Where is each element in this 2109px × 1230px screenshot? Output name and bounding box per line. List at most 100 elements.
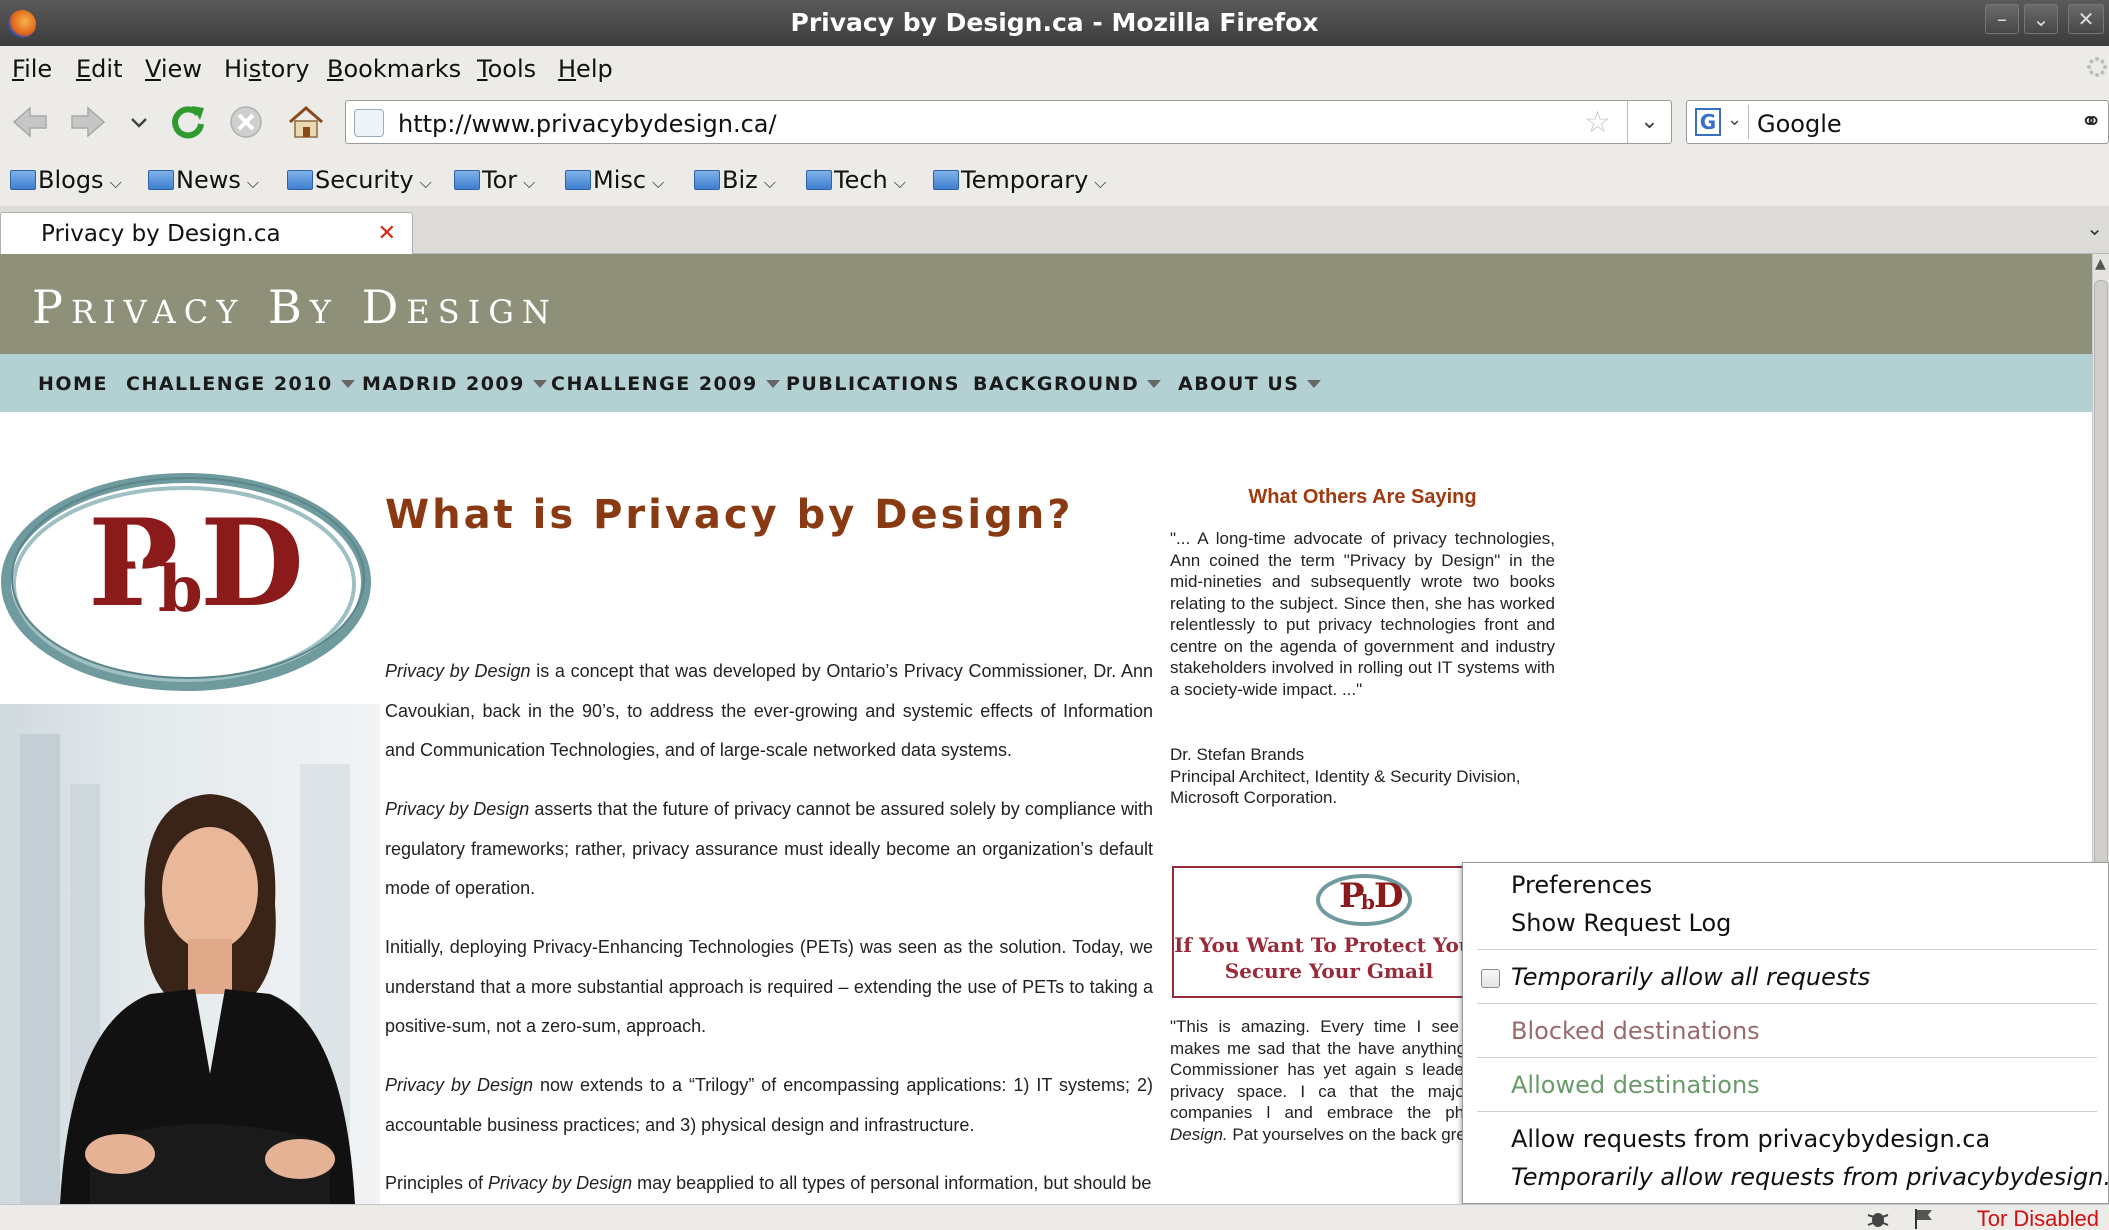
nav-background[interactable]: BACKGROUND — [973, 373, 1162, 395]
search-input[interactable]: Google — [1757, 110, 1842, 138]
bookmark-folder-security[interactable]: Security ⌵ — [287, 166, 432, 194]
scroll-up-icon[interactable]: ▲ — [2095, 256, 2106, 272]
reload-icon[interactable] — [166, 100, 210, 144]
chevron-down-icon: ⌵ — [419, 173, 432, 192]
allow-all-checkbox[interactable] — [1481, 969, 1500, 988]
sidebar-heading: What Others Are Saying — [1248, 486, 1477, 508]
url-input[interactable]: http://www.privacybydesign.ca/ — [398, 110, 777, 138]
navigation-toolbar: http://www.privacybydesign.ca/ ☆ ⌄ G ⌄ G… — [0, 90, 2109, 154]
bookmark-folder-tech[interactable]: Tech ⌵ — [806, 166, 906, 194]
menu-bookmarks[interactable]: Bookmarks — [327, 55, 461, 83]
folder-icon — [454, 170, 480, 190]
folder-icon — [933, 170, 959, 190]
nav-publications[interactable]: PUBLICATIONS — [786, 373, 960, 395]
bookmark-folder-temporary[interactable]: Temporary ⌵ — [933, 166, 1106, 194]
url-history-dropdown-icon[interactable]: ⌄ — [1627, 101, 1671, 143]
menu-allow-site[interactable]: Allow requests from privacybydesign.ca — [1511, 1125, 1990, 1153]
menu-blocked-destinations[interactable]: Blocked destinations — [1511, 1017, 1760, 1045]
menu-file[interactable]: File — [12, 55, 52, 83]
page-heading: What is Privacy by Design? — [385, 492, 1074, 538]
scrollbar-thumb[interactable] — [2094, 280, 2108, 920]
menu-temporarily-allow-all[interactable]: Temporarily allow all requests — [1511, 963, 1870, 991]
bookmark-folder-biz[interactable]: Biz ⌵ — [694, 166, 776, 194]
folder-icon — [565, 170, 591, 190]
dropdown-arrow-icon — [532, 380, 547, 388]
nav-about-us[interactable]: ABOUT US — [1178, 373, 1322, 395]
site-header: Privacy By Design — [0, 254, 2092, 354]
tab-label: Privacy by Design.ca — [41, 221, 281, 247]
bookmark-folder-misc[interactable]: Misc ⌵ — [565, 166, 664, 194]
testimonial-author: Dr. Stefan Brands Principal Architect, I… — [1170, 745, 1521, 807]
tab-list-chevron-icon[interactable]: ⌄ — [2086, 216, 2103, 240]
menu-separator — [1477, 949, 2097, 950]
flag-icon[interactable] — [1912, 1207, 1936, 1229]
menubar: File Edit View History Bookmarks Tools H… — [0, 46, 2109, 90]
folder-icon — [148, 170, 174, 190]
back-icon[interactable] — [8, 100, 52, 144]
bookmarks-toolbar: Blogs ⌵ News ⌵ Security ⌵ Tor ⌵ Misc ⌵ Biz ⌵ T… — [0, 154, 2109, 206]
menu-history[interactable]: History — [224, 55, 309, 83]
nav-home[interactable]: HOME — [38, 373, 108, 395]
menu-preferences[interactable]: Preferences — [1511, 871, 1652, 899]
nav-challenge-2009[interactable]: CHALLENGE 2009 — [551, 373, 780, 395]
menu-separator — [1477, 1003, 2097, 1004]
close-tab-icon[interactable]: ✕ — [378, 221, 396, 246]
menu-temporarily-allow-site[interactable]: Temporarily allow requests from privacyb… — [1511, 1163, 2109, 1191]
dropdown-arrow-icon — [1307, 380, 1322, 388]
site-identity-icon[interactable] — [354, 109, 384, 137]
tor-status[interactable]: Tor Disabled — [1977, 1206, 2099, 1230]
minimize-icon[interactable]: – — [1985, 4, 2019, 34]
gmail-ad-banner[interactable]: P b D If You Want To Protect Your Secure… — [1172, 866, 1472, 998]
window-title: Privacy by Design.ca - Mozilla Firefox — [790, 8, 1319, 37]
maximize-icon[interactable]: ⌄ — [2024, 4, 2058, 34]
paragraph-2: Privacy by Design asserts that the futur… — [385, 799, 1153, 898]
portrait-photo — [0, 704, 380, 1204]
search-bar[interactable]: G ⌄ Google ⚭ — [1686, 100, 2109, 144]
dropdown-arrow-icon — [340, 380, 355, 388]
menu-show-request-log[interactable]: Show Request Log — [1511, 909, 1731, 937]
folder-icon — [287, 170, 313, 190]
menu-view[interactable]: View — [145, 55, 202, 83]
chevron-down-icon: ⌵ — [652, 173, 665, 192]
chevron-down-icon: ⌵ — [246, 173, 259, 192]
paragraph-1: Privacy by Design is a concept that was … — [385, 661, 1153, 760]
url-bar[interactable]: http://www.privacybydesign.ca/ ☆ ⌄ — [345, 100, 1672, 144]
window-titlebar: Privacy by Design.ca - Mozilla Firefox –… — [0, 0, 2109, 46]
google-icon: G — [1695, 108, 1721, 136]
nav-challenge-2010[interactable]: CHALLENGE 2010 — [126, 373, 355, 395]
bookmark-folder-blogs[interactable]: Blogs ⌵ — [10, 166, 122, 194]
menu-edit[interactable]: Edit — [76, 55, 122, 83]
requestpolicy-menu: Preferences Show Request Log Temporarily… — [1462, 862, 2109, 1204]
search-engine-selector[interactable]: G ⌄ — [1691, 105, 1749, 139]
bookmark-star-icon[interactable]: ☆ — [1584, 105, 1611, 140]
pbd-logo[interactable]: P b D — [0, 466, 372, 698]
chevron-down-icon: ⌵ — [523, 173, 536, 192]
dropdown-arrow-icon — [765, 380, 780, 388]
dropdown-arrow-icon — [1147, 380, 1162, 388]
testimonial-quote: "... A long-time advocate of privacy tec… — [1170, 529, 1555, 699]
site-title[interactable]: Privacy By Design — [32, 280, 558, 334]
history-dropdown-icon[interactable] — [124, 100, 154, 144]
chevron-down-icon: ⌵ — [893, 173, 906, 192]
chevron-down-icon: ⌵ — [763, 173, 776, 192]
menu-tools[interactable]: Tools — [477, 55, 536, 83]
stop-icon[interactable] — [224, 100, 268, 144]
ad-text: If You Want To Protect Your Secure Your … — [1174, 933, 1472, 983]
menu-allowed-destinations[interactable]: Allowed destinations — [1511, 1071, 1760, 1099]
nav-madrid-2009[interactable]: MADRID 2009 — [362, 373, 547, 395]
menu-help[interactable]: Help — [558, 55, 613, 83]
throbber-icon — [2087, 57, 2107, 77]
paragraph-5: Principles of Privacy by Design may beap… — [385, 1173, 1152, 1193]
close-window-icon[interactable]: ✕ — [2068, 4, 2104, 34]
paragraph-3: Initially, deploying Privacy-Enhancing T… — [385, 937, 1153, 1036]
bug-icon[interactable] — [1866, 1207, 1890, 1229]
tab-privacy-by-design[interactable]: Privacy by Design.ca ✕ — [0, 212, 413, 255]
folder-icon — [694, 170, 720, 190]
binoculars-icon[interactable]: ⚭ — [2080, 107, 2102, 137]
keyhole-icon — [131, 540, 147, 572]
home-icon[interactable] — [284, 100, 328, 144]
bookmark-folder-news[interactable]: News ⌵ — [148, 166, 259, 194]
chevron-down-icon: ⌄ — [1727, 109, 1743, 130]
bookmark-folder-tor[interactable]: Tor ⌵ — [454, 166, 535, 194]
forward-icon[interactable] — [66, 100, 110, 144]
